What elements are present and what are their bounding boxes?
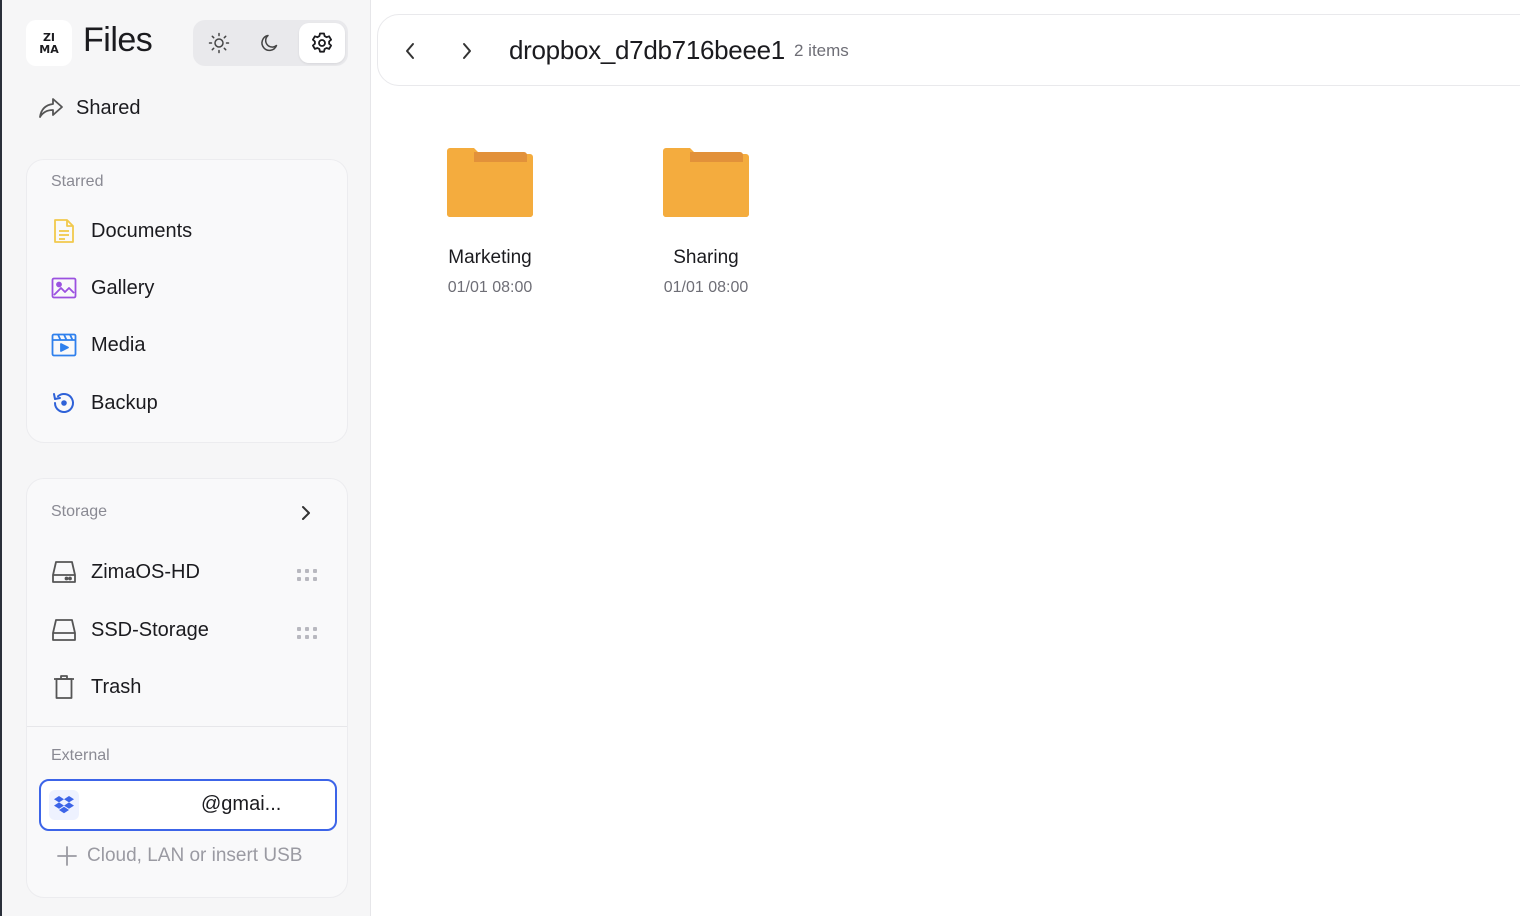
top-bar: dropbox_d7db716beee1 2 items xyxy=(377,14,1520,86)
theme-dark-button[interactable] xyxy=(247,23,293,63)
chevron-right-icon xyxy=(463,43,471,59)
current-folder-title: dropbox_d7db716beee1 xyxy=(509,35,785,65)
image-icon xyxy=(51,275,77,301)
share-icon xyxy=(39,98,63,118)
app-logo[interactable]: ZI MA xyxy=(26,20,72,66)
nav-shared-label: Shared xyxy=(76,96,141,119)
folder-date: 01/01 08:00 xyxy=(447,279,533,296)
storage-item-zimaos-hd[interactable]: ZimaOS-HD xyxy=(51,555,200,589)
drive-icon xyxy=(51,617,77,643)
svg-text:MA: MA xyxy=(39,43,59,56)
drag-handle-icon[interactable] xyxy=(297,627,317,639)
starred-item-media[interactable]: Media xyxy=(51,328,145,362)
app-title: Files xyxy=(83,21,153,59)
plus-icon xyxy=(57,846,77,866)
film-icon xyxy=(51,332,77,358)
theme-auto-button[interactable] xyxy=(299,23,345,63)
storage-item-ssd-storage[interactable]: SSD-Storage xyxy=(51,613,209,647)
storage-item-trash[interactable]: Trash xyxy=(51,670,141,704)
external-label: External xyxy=(51,747,110,764)
external-account-label: @gmai... xyxy=(201,793,282,815)
drag-handle-icon[interactable] xyxy=(297,569,317,581)
back-button[interactable] xyxy=(398,39,422,63)
theme-light-button[interactable] xyxy=(196,23,242,63)
forward-button[interactable] xyxy=(455,39,479,63)
zima-logo-icon: ZI MA xyxy=(39,31,59,56)
section-divider xyxy=(27,726,347,727)
theme-toggle xyxy=(193,20,348,66)
folder-name: Marketing xyxy=(448,247,532,268)
starred-item-documents[interactable]: Documents xyxy=(51,214,192,248)
hard-drive-icon xyxy=(51,559,77,585)
folder-date: 01/01 08:00 xyxy=(663,279,749,296)
dropbox-icon xyxy=(49,790,79,820)
starred-item-backup[interactable]: Backup xyxy=(51,386,158,420)
starred-item-gallery[interactable]: Gallery xyxy=(51,271,154,305)
item-count: 2 items xyxy=(794,41,849,60)
starred-label: Starred xyxy=(51,173,104,190)
sun-icon xyxy=(208,32,230,54)
sidebar: ZI MA Files Shared Starred Documents Gal… xyxy=(2,0,370,916)
chevron-right-icon xyxy=(302,506,310,520)
main-panel: dropbox_d7db716beee1 2 items Marketing 0… xyxy=(371,0,1520,916)
starred-card: Starred Documents Gallery Media Backup xyxy=(26,159,348,443)
moon-icon xyxy=(261,34,278,52)
add-external-button[interactable]: Cloud, LAN or insert USB xyxy=(57,845,302,867)
chevron-left-icon xyxy=(406,43,414,59)
document-icon xyxy=(51,218,77,244)
folder-icon xyxy=(663,148,749,217)
storage-label: Storage xyxy=(51,503,108,520)
trash-icon xyxy=(51,674,77,700)
folder-item[interactable]: Marketing 01/01 08:00 xyxy=(425,146,555,297)
storage-card: Storage ZimaOS-HD SSD-Storage Trash Exte… xyxy=(26,478,348,898)
folder-item[interactable]: Sharing 01/01 08:00 xyxy=(641,146,771,297)
storage-expand-button[interactable] xyxy=(301,505,311,526)
backup-icon xyxy=(51,390,77,416)
folder-name: Sharing xyxy=(673,247,739,268)
nav-shared[interactable]: Shared xyxy=(38,90,141,126)
folder-icon xyxy=(447,148,533,217)
gear-icon xyxy=(312,32,332,53)
external-item-dropbox[interactable]: @gmai... xyxy=(39,779,337,831)
